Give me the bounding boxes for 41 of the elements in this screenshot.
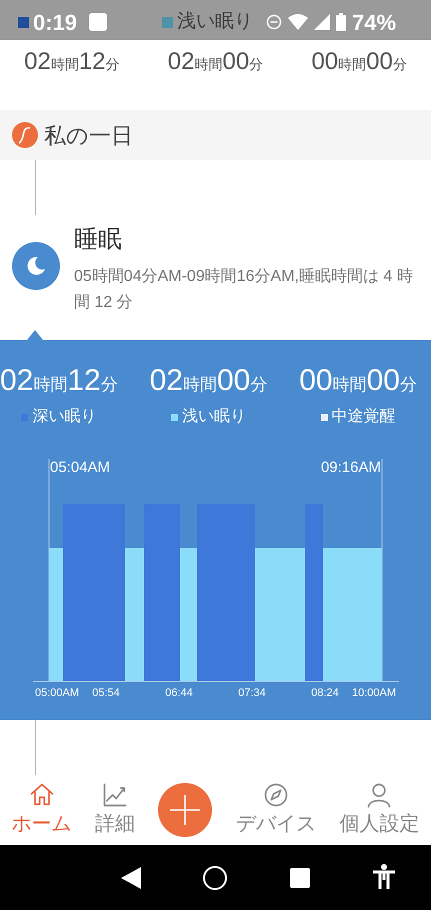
battery-level: 74% [352,8,396,36]
compass-icon [262,781,290,809]
legend-label: 深い眠り [32,407,96,427]
legend-label: 浅い眠り [182,406,246,427]
home-circle-icon[interactable] [202,864,228,890]
nav-tab[interactable]: デバイス [236,781,316,839]
back-icon[interactable] [120,866,141,888]
feather-icon [12,122,38,148]
nav-tab[interactable]: 詳細 [95,781,136,839]
entry-title: 睡眠 [74,225,123,255]
do-not-disturb-icon [266,14,282,30]
status-time: 0:19 [33,8,78,36]
entry-description: 05時間04分AM-09時間16分AM,睡眠時間は 4 時間 12 分 [74,266,414,313]
start-time-label: 05:04AM [50,458,110,478]
axis-tick-label: 06:44 [165,686,193,701]
duration-value: 02時間12分 [0,363,118,399]
end-time-label: 09:16AM [320,458,381,478]
axis-tick-label: 05:54 [92,686,120,701]
notification-icon [89,13,108,31]
axis-tick-label: 08:24 [311,686,339,701]
wifi-icon [288,14,308,30]
section-title: 私の一日 [44,122,133,150]
recents-icon[interactable] [290,868,310,888]
duration-value: 00時間00分 [299,363,417,399]
nav-tab[interactable]: ホーム [12,781,72,839]
axis-tick-label: 05:00AM [34,686,80,701]
duration-value: 02時間00分 [150,363,268,399]
battery-icon [336,13,346,31]
legend-label: 浅い眠り [177,10,253,34]
accessibility-icon[interactable] [372,864,396,890]
plus-icon [168,793,202,827]
duration-value: 00時間00分 [311,47,407,77]
axis-tick-label: 07:34 [238,686,266,701]
moon-icon [12,242,60,290]
signal-icon [314,14,330,30]
person-icon [365,781,394,809]
duration-value: 02時間00分 [168,47,264,77]
axis-tick-label: 10:00AM [352,686,396,701]
legend-label: 中途覚醒 [332,406,396,427]
nav-tab[interactable]: 個人設定 [339,781,420,839]
duration-value: 02時間12分 [24,47,120,77]
